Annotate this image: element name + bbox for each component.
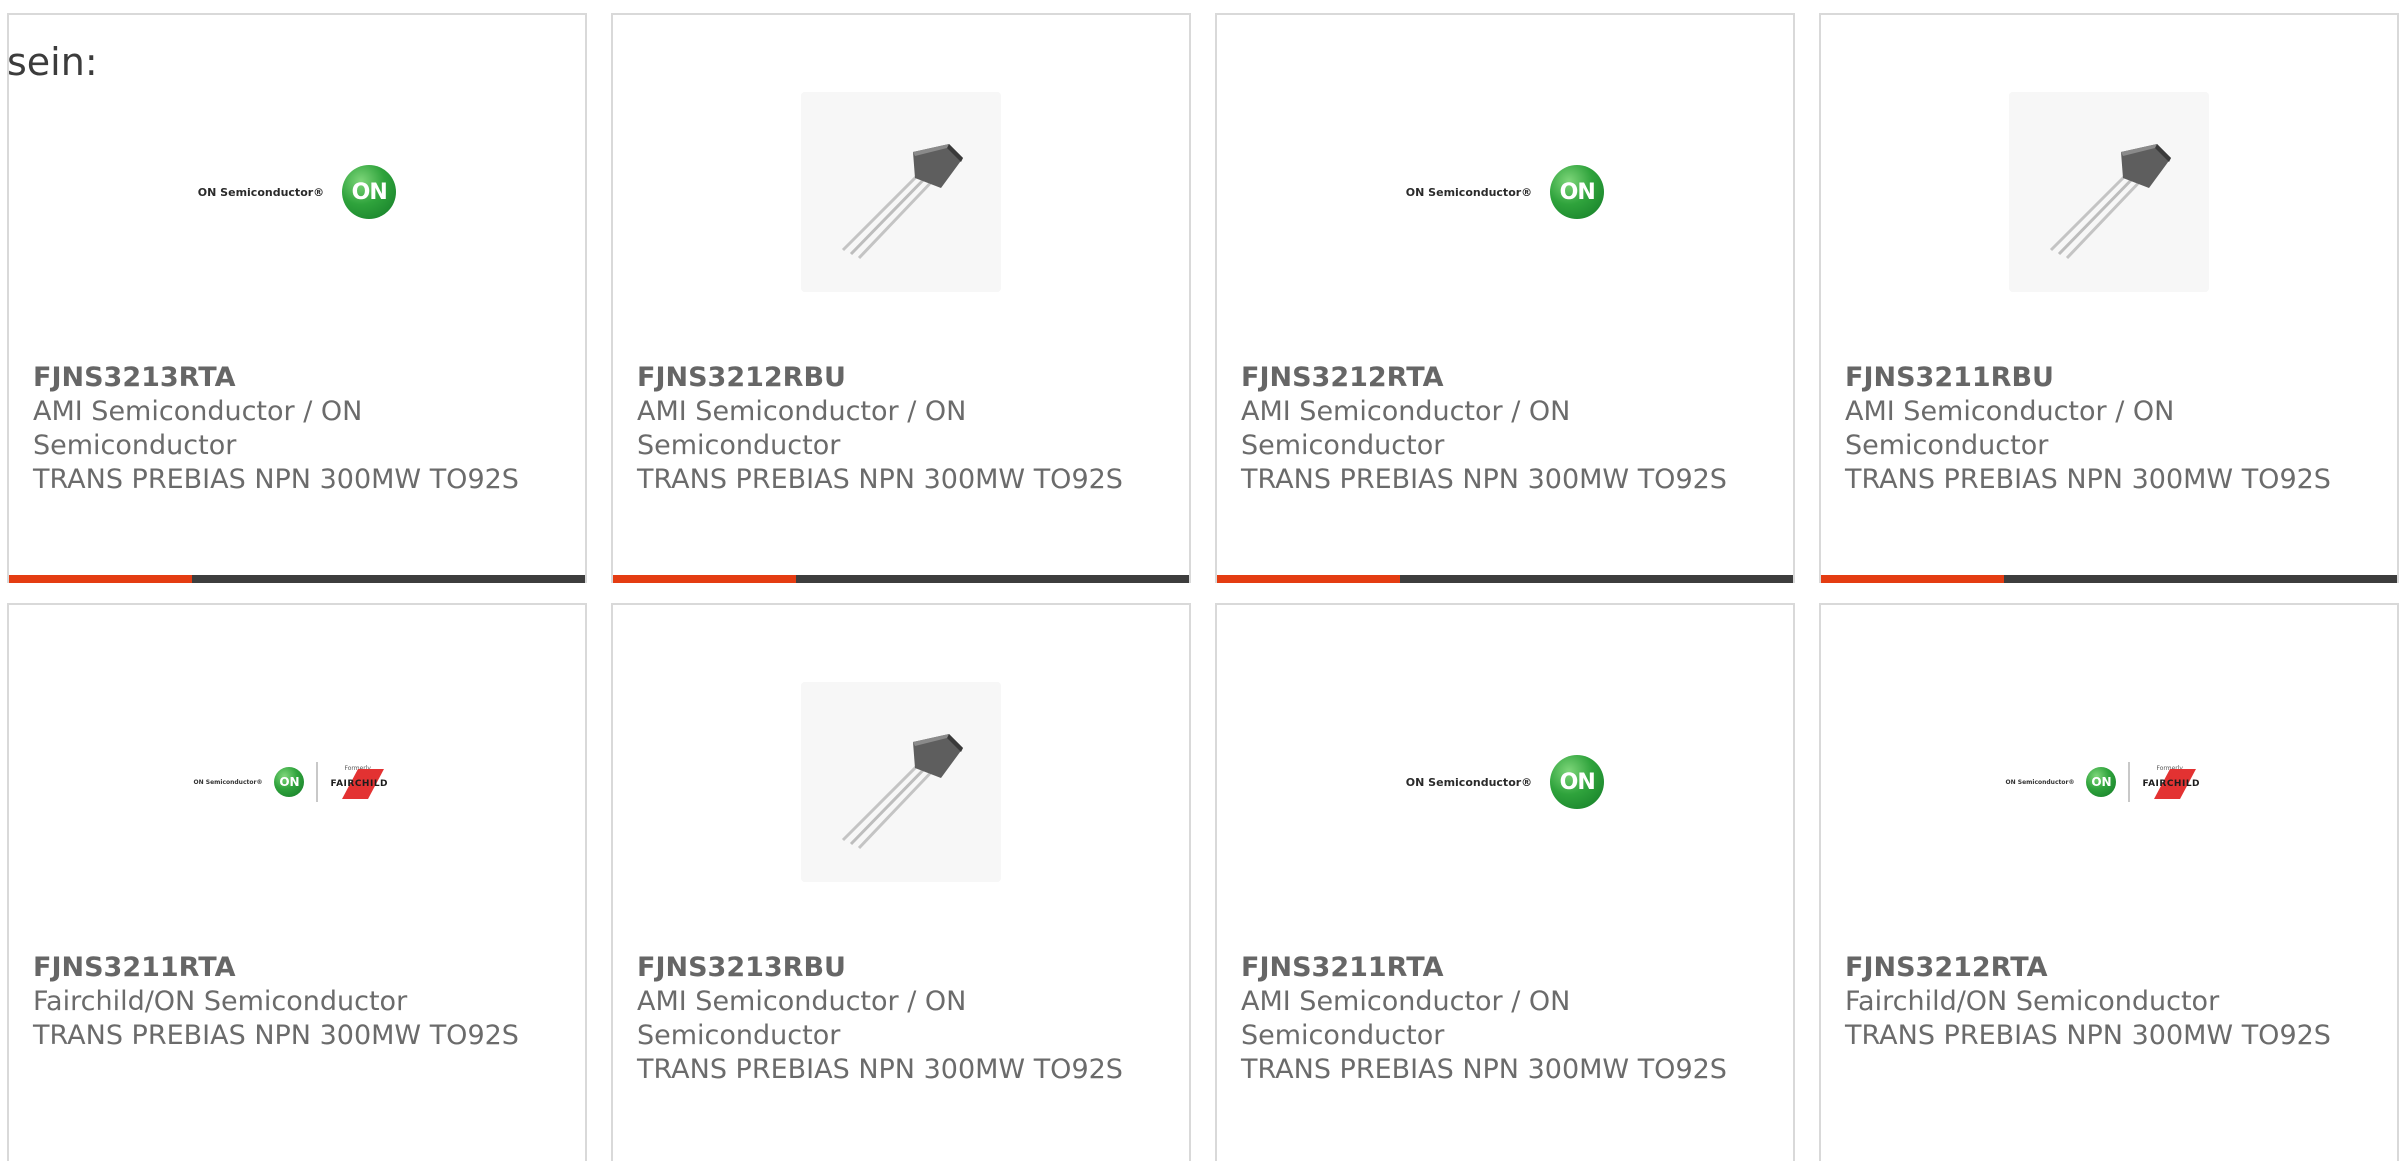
product-description: TRANS PREBIAS NPN 300MW TO92S: [1845, 1020, 2331, 1051]
product-info: FJNS3213RTA AMI Semiconductor / ON Semico…: [33, 361, 565, 497]
product-image[interactable]: ON Semiconductor® ON: [9, 81, 585, 303]
on-wordmark: ON Semiconductor®: [193, 778, 263, 786]
intro-text: sein:: [7, 40, 98, 84]
on-wordmark: ON Semiconductor®: [197, 185, 325, 199]
card-accent-bar: [1821, 575, 2004, 583]
on-fairchild-logo: ON Semiconductor® ON Formerly FAIRCHILD: [194, 762, 401, 802]
on-ball-icon: ON: [1550, 165, 1605, 219]
manufacturer-name: AMI Semiconductor / ON Semiconductor: [33, 396, 363, 461]
fairchild-wordmark: FAIRCHILD: [330, 779, 389, 789]
card-bottom-bar: [9, 575, 585, 583]
part-number-link[interactable]: FJNS3211RTA: [1241, 951, 1773, 985]
part-number-link[interactable]: FJNS3213RTA: [33, 361, 565, 395]
product-image[interactable]: ON Semiconductor® ON Formerly FAIRCHILD: [9, 671, 585, 893]
product-card[interactable]: FJNS3212RBU AMI Semiconductor / ON Semico…: [611, 13, 1191, 583]
product-info: FJNS3212RTA AMI Semiconductor / ON Semico…: [1241, 361, 1773, 497]
product-card[interactable]: ON Semiconductor® ON Formerly FAIRCHILD …: [1819, 603, 2399, 1161]
product-info: FJNS3213RBU AMI Semiconductor / ON Semico…: [637, 951, 1169, 1087]
manufacturer-name: AMI Semiconductor / ON Semiconductor: [1241, 396, 1571, 461]
product-description: TRANS PREBIAS NPN 300MW TO92S: [1845, 464, 2331, 495]
on-wordmark: ON Semiconductor®: [2005, 778, 2075, 786]
logo-divider: [2128, 762, 2131, 802]
product-image[interactable]: ON Semiconductor® ON: [1217, 671, 1793, 893]
on-ball-icon: ON: [342, 165, 397, 219]
manufacturer-name: AMI Semiconductor / ON Semiconductor: [637, 986, 967, 1051]
part-number-link[interactable]: FJNS3211RTA: [33, 951, 565, 985]
product-description: TRANS PREBIAS NPN 300MW TO92S: [637, 1054, 1123, 1085]
manufacturer-name: AMI Semiconductor / ON Semiconductor: [637, 396, 967, 461]
product-info: FJNS3212RTA Fairchild/ON Semiconductor TRA…: [1845, 951, 2377, 1053]
part-number-link[interactable]: FJNS3211RBU: [1845, 361, 2377, 395]
product-image[interactable]: [613, 81, 1189, 303]
product-image[interactable]: ON Semiconductor® ON: [1217, 81, 1793, 303]
product-card[interactable]: ON Semiconductor® ON FJNS3211RTA AMI Semi…: [1215, 603, 1795, 1161]
fairchild-logo: Formerly FAIRCHILD: [330, 765, 400, 799]
part-number-link[interactable]: FJNS3212RTA: [1845, 951, 2377, 985]
card-accent-bar: [1217, 575, 1400, 583]
to92-transistor-photo: [801, 92, 1001, 292]
on-semiconductor-logo: ON Semiconductor® ON: [197, 165, 397, 219]
on-wordmark: ON Semiconductor®: [1405, 185, 1533, 199]
on-fairchild-logo: ON Semiconductor® ON Formerly FAIRCHILD: [2006, 762, 2213, 802]
product-info: FJNS3211RBU AMI Semiconductor / ON Semico…: [1845, 361, 2377, 497]
on-wordmark: ON Semiconductor®: [1405, 775, 1533, 789]
product-description: TRANS PREBIAS NPN 300MW TO92S: [1241, 1054, 1727, 1085]
on-ball-icon: ON: [1550, 755, 1605, 809]
manufacturer-name: Fairchild/ON Semiconductor: [33, 986, 408, 1017]
manufacturer-name: AMI Semiconductor / ON Semiconductor: [1241, 986, 1571, 1051]
on-semiconductor-logo: ON Semiconductor® ON: [1405, 755, 1605, 809]
part-number-link[interactable]: FJNS3213RBU: [637, 951, 1169, 985]
card-bottom-bar: [613, 575, 1189, 583]
product-description: TRANS PREBIAS NPN 300MW TO92S: [33, 464, 519, 495]
card-bottom-bar: [1217, 575, 1793, 583]
to92-transistor-photo: [2009, 92, 2209, 292]
product-image[interactable]: [613, 671, 1189, 893]
on-ball-icon: ON: [2086, 767, 2117, 797]
product-info: FJNS3211RTA AMI Semiconductor / ON Semico…: [1241, 951, 1773, 1087]
product-info: FJNS3211RTA Fairchild/ON Semiconductor TRA…: [33, 951, 565, 1053]
product-image[interactable]: ON Semiconductor® ON Formerly FAIRCHILD: [1821, 671, 2397, 893]
logo-divider: [316, 762, 319, 802]
part-number-link[interactable]: FJNS3212RTA: [1241, 361, 1773, 395]
to92-transistor-photo: [801, 682, 1001, 882]
product-card[interactable]: FJNS3211RBU AMI Semiconductor / ON Semico…: [1819, 13, 2399, 583]
product-description: TRANS PREBIAS NPN 300MW TO92S: [637, 464, 1123, 495]
manufacturer-name: Fairchild/ON Semiconductor: [1845, 986, 2220, 1017]
card-accent-bar: [9, 575, 192, 583]
on-ball-icon: ON: [274, 767, 305, 797]
product-description: TRANS PREBIAS NPN 300MW TO92S: [33, 1020, 519, 1051]
on-semiconductor-logo: ON Semiconductor® ON: [1405, 165, 1605, 219]
product-info: FJNS3212RBU AMI Semiconductor / ON Semico…: [637, 361, 1169, 497]
manufacturer-name: AMI Semiconductor / ON Semiconductor: [1845, 396, 2175, 461]
product-description: TRANS PREBIAS NPN 300MW TO92S: [1241, 464, 1727, 495]
product-card[interactable]: FJNS3213RBU AMI Semiconductor / ON Semico…: [611, 603, 1191, 1161]
fairchild-logo: Formerly FAIRCHILD: [2142, 765, 2212, 799]
card-accent-bar: [613, 575, 796, 583]
fairchild-wordmark: FAIRCHILD: [2142, 779, 2201, 789]
product-card[interactable]: ON Semiconductor® ON Formerly FAIRCHILD …: [7, 603, 587, 1161]
part-number-link[interactable]: FJNS3212RBU: [637, 361, 1169, 395]
product-card[interactable]: ON Semiconductor® ON FJNS3213RTA AMI Semi…: [7, 13, 587, 583]
card-bottom-bar: [1821, 575, 2397, 583]
product-card[interactable]: ON Semiconductor® ON FJNS3212RTA AMI Semi…: [1215, 13, 1795, 583]
product-image[interactable]: [1821, 81, 2397, 303]
